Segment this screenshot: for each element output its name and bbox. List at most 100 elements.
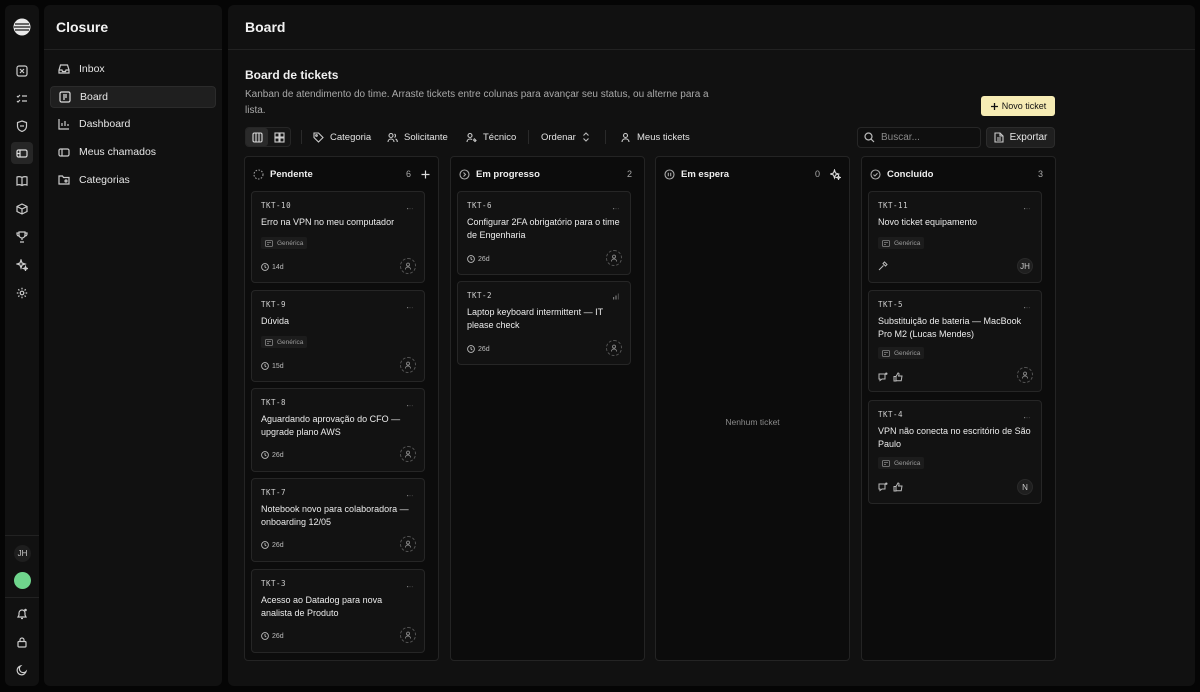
ticket-id: TKT-3 [261,579,287,588]
avatar[interactable]: N [1017,479,1033,495]
column-header: Concluído 3 [862,157,1055,191]
assignee-empty-icon[interactable] [606,250,622,266]
ticket-card[interactable]: TKT-10 Erro na VPN no meu computador Gen… [251,191,425,283]
ticket-card[interactable]: TKT-9 Dúvida Genérica 15d [251,290,425,382]
category-tag: Genérica [878,347,925,359]
ticket-card[interactable]: TKT-4 VPN não conecta no escritório de S… [868,400,1042,504]
empty-state-text: Nenhum ticket [725,417,780,427]
list-check-icon[interactable] [14,91,30,107]
ticket-card[interactable]: TKT-2 Laptop keyboard intermittent — IT … [457,281,631,365]
age-label: 14d [272,263,284,271]
ticket-id: TKT-11 [878,201,909,210]
sidebar-item-meus-chamados[interactable]: Meus chamados [50,141,216,163]
toolbar-divider [528,130,529,144]
moon-icon[interactable] [14,662,30,678]
filter-solicitante[interactable]: Solicitante [387,127,448,147]
book-icon[interactable] [14,173,30,189]
search-icon [864,132,875,143]
assignee-empty-icon[interactable] [400,536,416,552]
filter-tecnico[interactable]: Técnico [466,127,516,147]
clock-icon [467,255,475,263]
tag-icon [313,131,324,143]
status-dot[interactable] [14,572,31,589]
age-label: 26d [478,255,490,263]
chart-icon [58,118,70,130]
priority-icon [406,399,414,407]
ticket-age: 26d [261,539,284,551]
new-ticket-label: Novo ticket [1001,101,1047,111]
column-title: Pendente [270,168,313,180]
export-button[interactable]: Exportar [986,127,1055,148]
sidebar-item-inbox[interactable]: Inbox [50,58,216,80]
sort-dropdown[interactable]: Ordenar [541,127,590,147]
ticket-card[interactable]: TKT-8 Aguardando aprovação do CFO — upgr… [251,388,425,472]
search-field[interactable] [857,127,981,148]
ticket-title: Dúvida [261,316,290,326]
gear-icon[interactable] [14,285,30,301]
main-panel: Board Board de tickets Kanban de atendim… [228,5,1195,686]
priority-icon [406,580,414,588]
column-count: 3 [1037,169,1043,179]
filter-categoria[interactable]: Categoria [313,127,371,147]
sidebar-item-board[interactable]: Board [50,86,216,108]
column-count: 6 [405,169,411,179]
tag-box-icon [882,349,890,357]
comment-icon[interactable] [878,482,888,492]
hammer-icon [878,261,888,271]
toolbar-divider [301,130,302,144]
logo-icon[interactable] [13,18,31,36]
new-ticket-button[interactable]: Novo ticket [981,96,1055,116]
assignee-empty-icon[interactable] [400,357,416,373]
board-view-button[interactable] [246,128,268,146]
column-count: 2 [626,169,632,179]
trophy-icon[interactable] [14,229,30,245]
comment-icon[interactable] [878,372,888,382]
ticket-card[interactable]: TKT-5 Substituição de bateria — MacBook … [868,290,1042,392]
thumbs-up-icon[interactable] [893,482,903,492]
ticket-card[interactable]: TKT-6 Configurar 2FA obrigatório para o … [457,191,631,275]
ticket-icon[interactable] [11,142,33,164]
card-actions [878,481,903,493]
sidebar-item-label: Dashboard [79,118,131,130]
avatar[interactable]: JH [14,545,31,562]
sidebar-divider [44,49,222,50]
avatar[interactable]: JH [1017,258,1033,274]
list-view-button[interactable] [268,128,290,146]
tag-box-icon [265,239,273,247]
plus-icon[interactable] [421,170,430,179]
tag-box-icon [265,338,273,346]
close-square-icon[interactable] [14,63,30,79]
thumbs-up-icon[interactable] [893,372,903,382]
priority-icon [1023,202,1031,210]
page-title: Board [245,19,286,35]
assignee-empty-icon[interactable] [400,446,416,462]
sparkle-icon[interactable] [830,168,841,180]
assignee-empty-icon[interactable] [400,258,416,274]
category-label: Genérica [894,239,921,247]
ticket-icon [58,146,70,158]
ticket-card[interactable]: TKT-11 Novo ticket equipamento Genérica … [868,191,1042,283]
ticket-age: 26d [261,449,284,461]
bell-icon[interactable] [14,606,30,622]
ticket-card[interactable]: TKT-7 Notebook novo para colaboradora — … [251,478,425,562]
sidebar-item-categorias[interactable]: Categorias [50,169,216,191]
assignee-empty-icon[interactable] [606,340,622,356]
lock-icon[interactable] [14,634,30,650]
board-icon [59,91,71,103]
my-tickets-filter[interactable]: Meus tickets [620,127,690,147]
assignee-empty-icon[interactable] [1017,367,1033,383]
ticket-id: TKT-5 [878,300,904,309]
column-header: Em espera 0 [656,157,849,191]
sparkle-icon[interactable] [14,257,30,273]
box-icon[interactable] [14,201,30,217]
sidebar-item-label: Categorias [79,174,130,186]
card-actions [878,371,903,383]
ticket-card[interactable]: TKT-3 Acesso ao Datadog para nova analis… [251,569,425,653]
column-concluido: Concluído 3 TKT-11 Novo ticket equipamen… [861,156,1056,661]
chevron-updown-icon [582,132,590,142]
age-label: 26d [272,632,284,640]
search-input[interactable] [881,132,977,143]
shield-icon[interactable] [14,118,30,134]
sidebar-item-dashboard[interactable]: Dashboard [50,113,216,135]
assignee-empty-icon[interactable] [400,627,416,643]
